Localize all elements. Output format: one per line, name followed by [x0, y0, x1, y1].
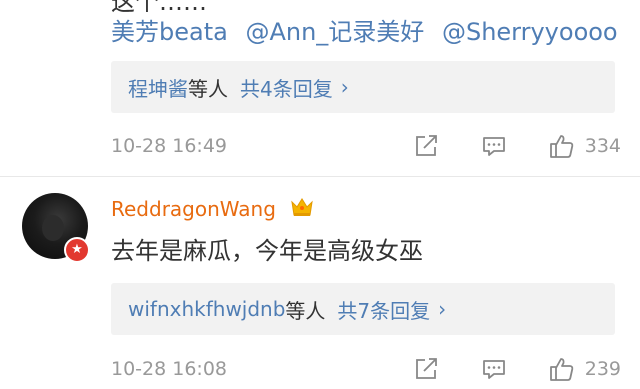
- thumbs-up-icon[interactable]: [547, 131, 577, 161]
- comment-meta: 10-28 16:08 239: [111, 349, 621, 389]
- like-count: 239: [584, 358, 621, 380]
- share-icon[interactable]: [411, 131, 441, 161]
- username[interactable]: ReddragonWang: [111, 197, 276, 221]
- chevron-right-icon: ›: [340, 75, 349, 99]
- verified-badge-icon: ★: [64, 237, 90, 263]
- comment-text: 去年是麻瓜，今年是高级女巫: [111, 237, 423, 265]
- vip-crown-icon[interactable]: [289, 194, 315, 220]
- share-icon[interactable]: [411, 354, 441, 384]
- reply-etc-label: 等人: [285, 298, 326, 323]
- thumbs-up-icon[interactable]: [547, 354, 577, 384]
- comment-meta: 10-28 16:49 334: [111, 126, 621, 166]
- timestamp: 10-28 16:08: [111, 358, 228, 380]
- timestamp: 10-28 16:49: [111, 135, 228, 157]
- reply-etc-label: 等人: [188, 76, 228, 101]
- mention-line: 美芳beata @Ann_记录美好 @Sherryyoooo: [111, 12, 628, 47]
- reply-user-link[interactable]: wifnxhkfhwjdnb: [128, 297, 285, 321]
- comment-actions: 239: [373, 349, 621, 389]
- mention-link[interactable]: @Sherryyoooo: [442, 18, 618, 46]
- comment-icon[interactable]: [479, 131, 509, 161]
- comment-icon[interactable]: [479, 354, 509, 384]
- reply-summary-box[interactable]: 程坤酱 等人 共4条回复 ›: [111, 61, 615, 113]
- reply-count-link[interactable]: 共7条回复: [337, 295, 430, 324]
- mention-link[interactable]: @Ann_记录美好: [245, 18, 424, 46]
- reply-summary-box[interactable]: wifnxhkfhwjdnb 等人 共7条回复 ›: [111, 283, 615, 335]
- avatar-figure: [42, 215, 64, 241]
- comment-actions: 334: [373, 126, 621, 166]
- reply-user-link[interactable]: 程坤酱: [128, 73, 188, 102]
- divider: [0, 176, 640, 177]
- chevron-right-icon: ›: [438, 297, 447, 321]
- mention-link[interactable]: 美芳beata: [111, 18, 228, 46]
- reply-count-link[interactable]: 共4条回复: [240, 73, 333, 102]
- like-count: 334: [584, 135, 621, 157]
